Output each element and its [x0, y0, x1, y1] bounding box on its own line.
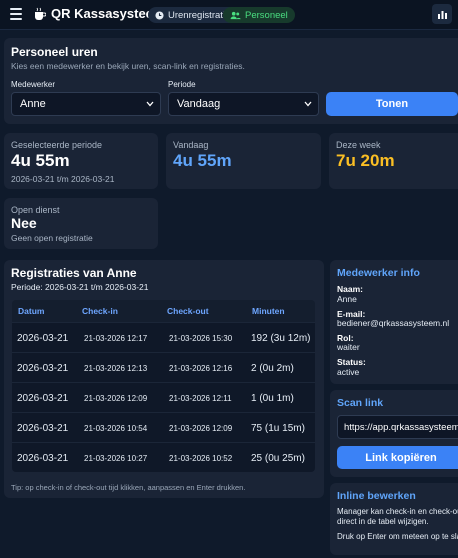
stat-open-value: Nee [11, 215, 37, 231]
employee-role-value: waiter [337, 342, 360, 352]
show-button[interactable]: Tonen [326, 92, 458, 116]
cell-minutes: 1 (0u 1m) [251, 393, 294, 404]
registrations-title: Registraties van Anne [11, 266, 137, 280]
inline-edit-card: Inline bewerken Manager kan check-in en … [330, 483, 458, 555]
table-row: 2026-03-21 21-03-2026 10:54 21-03-2026 12:… [12, 412, 315, 442]
cell-date: 2026-03-21 [17, 363, 69, 374]
table-row: 2026-03-21 21-03-2026 12:09 21-03-2026 12:… [12, 382, 315, 412]
chevron-down-icon [304, 101, 312, 107]
chart-button[interactable] [432, 4, 452, 24]
employee-info-title: Medewerker info [337, 267, 420, 279]
inline-edit-text-1: Manager kan check-in en check-out [337, 507, 458, 516]
employee-label: Medewerker [11, 80, 56, 89]
stat-week: Deze week 7u 20m [329, 133, 458, 189]
table-row: 2026-03-21 21-03-2026 10:27 21-03-2026 10:… [12, 442, 315, 472]
cell-checkin[interactable]: 21-03-2026 12:17 [84, 334, 147, 343]
copy-link-button[interactable]: Link kopiëren [337, 446, 458, 469]
users-icon [230, 11, 241, 19]
cell-minutes: 25 (0u 25m) [251, 453, 305, 464]
app-brand[interactable]: QR Kassasysteem [34, 6, 164, 21]
top-bar: QR Kassasysteem Urenregistratie Personee… [0, 0, 458, 30]
employee-name-value: Anne [337, 294, 357, 304]
stat-open-shift: Open dienst Nee Geen open registratie [4, 198, 158, 249]
scan-link-input[interactable]: https://app.qrkassasysteem.nl [337, 415, 458, 439]
cell-checkout[interactable]: 21-03-2026 15:30 [169, 334, 232, 343]
cell-minutes: 192 (3u 12m) [251, 333, 311, 344]
cell-date: 2026-03-21 [17, 393, 69, 404]
cell-checkout[interactable]: 21-03-2026 10:52 [169, 454, 232, 463]
registrations-period: Periode: 2026-03-21 t/m 2026-03-21 [11, 282, 149, 292]
nav-urenregistratie-label: Urenregistratie [168, 9, 231, 21]
page-title: Personeel uren [11, 45, 98, 59]
employee-email-value: bediener@qrkassasysteem.nl [337, 318, 450, 328]
inline-edit-title: Inline bewerken [337, 490, 416, 502]
registrations-tip: Tip: op check-in of check-out tijd klikk… [11, 483, 246, 492]
table-header: Datum Check-in Check-out Minuten [12, 300, 315, 322]
cell-minutes: 75 (1u 15m) [251, 423, 305, 434]
nav-personeel[interactable]: Personeel [223, 7, 295, 23]
cell-date: 2026-03-21 [17, 333, 69, 344]
employee-name-label: Naam: [337, 284, 363, 294]
period-label: Periode [168, 80, 196, 89]
menu-icon[interactable] [10, 8, 22, 20]
employee-select[interactable]: Anne [11, 92, 161, 116]
stat-week-value: 7u 20m [336, 151, 395, 170]
period-select-value: Vandaag [177, 98, 221, 110]
nav-personeel-label: Personeel [245, 9, 288, 21]
cell-date: 2026-03-21 [17, 423, 69, 434]
cell-checkout[interactable]: 21-03-2026 12:11 [169, 394, 232, 403]
cell-checkin[interactable]: 21-03-2026 12:13 [84, 364, 147, 373]
employee-select-value: Anne [20, 98, 46, 110]
stat-today-label: Vandaag [173, 140, 209, 150]
employee-status-label: Status: [337, 357, 366, 367]
clock-icon [155, 10, 164, 20]
cell-checkin[interactable]: 21-03-2026 12:09 [84, 394, 147, 403]
cell-checkin[interactable]: 21-03-2026 10:27 [84, 454, 147, 463]
cell-minutes: 2 (0u 2m) [251, 363, 294, 374]
inline-edit-text-2: direct in de tabel wijzigen. [337, 517, 429, 526]
cell-checkin[interactable]: 21-03-2026 10:54 [84, 424, 147, 433]
period-select[interactable]: Vandaag [168, 92, 319, 116]
stat-selected-sub: 2026-03-21 t/m 2026-03-21 [11, 174, 115, 184]
stat-open-sub: Geen open registratie [11, 233, 93, 243]
coffee-cup-icon [35, 7, 46, 20]
bar-chart-icon [437, 10, 447, 19]
table-row: 2026-03-21 21-03-2026 12:17 21-03-2026 15:… [12, 322, 315, 352]
employee-status-value: active [337, 367, 360, 377]
stat-today: Vandaag 4u 55m [166, 133, 321, 189]
stat-selected-label: Geselecteerde periode [11, 140, 103, 150]
chevron-down-icon [146, 101, 154, 107]
stat-week-label: Deze week [336, 140, 381, 150]
stat-today-value: 4u 55m [173, 151, 232, 170]
employee-info-card: Medewerker info Naam: Anne E-mail: bedie… [330, 260, 458, 384]
table-row: 2026-03-21 21-03-2026 12:13 21-03-2026 12:… [12, 352, 315, 382]
page-subtitle: Kies een medewerker en bekijk uren, scan… [11, 61, 245, 71]
stat-open-label: Open dienst [11, 205, 60, 215]
stat-selected-period: Geselecteerde periode 4u 55m 2026-03-21 … [4, 133, 158, 189]
stat-selected-value: 4u 55m [11, 151, 70, 170]
column-header-checkout: Check-out [167, 306, 209, 316]
inline-edit-text-3: Druk op Enter om meteen op te slaan [337, 532, 458, 541]
column-header-date: Datum [18, 306, 45, 316]
column-header-minutes: Minuten [252, 306, 285, 316]
cell-checkout[interactable]: 21-03-2026 12:16 [169, 364, 232, 373]
scan-link-title: Scan link [337, 397, 384, 409]
cell-date: 2026-03-21 [17, 453, 69, 464]
column-header-checkin: Check-in [82, 306, 118, 316]
cell-checkout[interactable]: 21-03-2026 12:09 [169, 424, 232, 433]
